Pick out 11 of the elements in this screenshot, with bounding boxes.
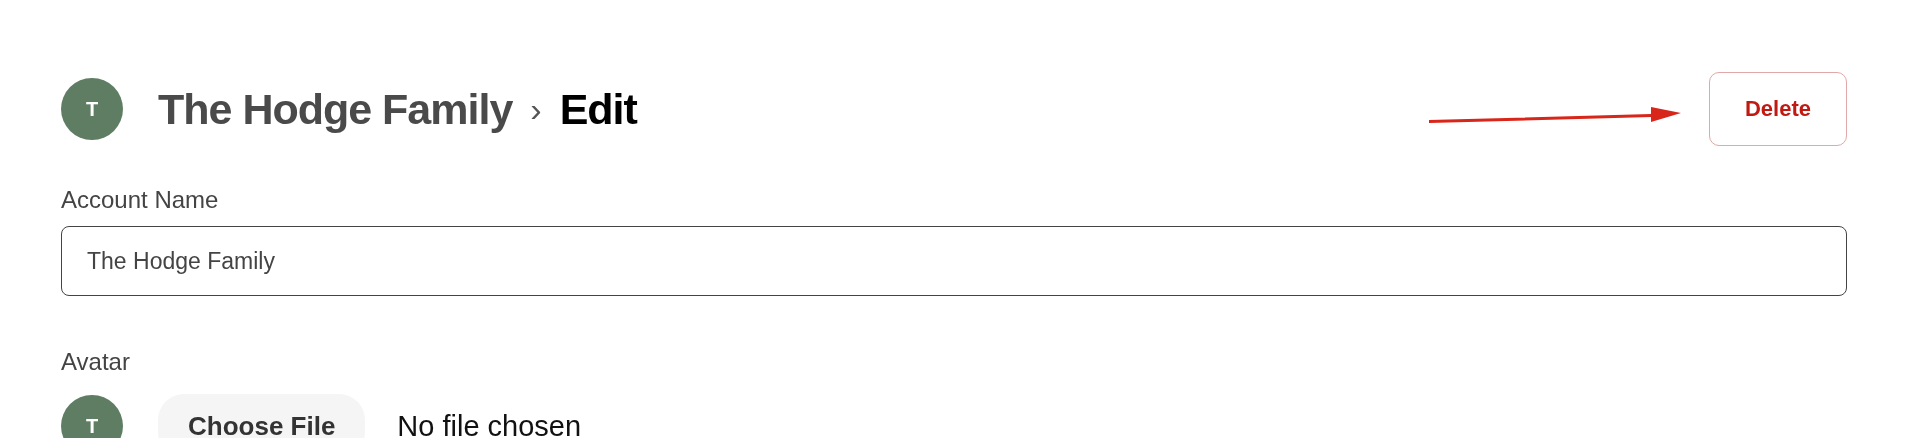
avatar: T [61,395,123,438]
page-title: Edit [559,84,637,134]
delete-button[interactable]: Delete [1709,72,1847,146]
breadcrumb-separator: › [530,89,542,129]
breadcrumb-link[interactable]: The Hodge Family [158,84,513,134]
field-label: Avatar [61,348,131,376]
account-name-field[interactable]: The Hodge Family [61,226,1847,296]
field-label: Account Name [61,186,220,214]
file-status: No file chosen [397,409,582,438]
choose-file-button[interactable]: Choose File [158,394,366,438]
avatar: T [61,78,123,140]
